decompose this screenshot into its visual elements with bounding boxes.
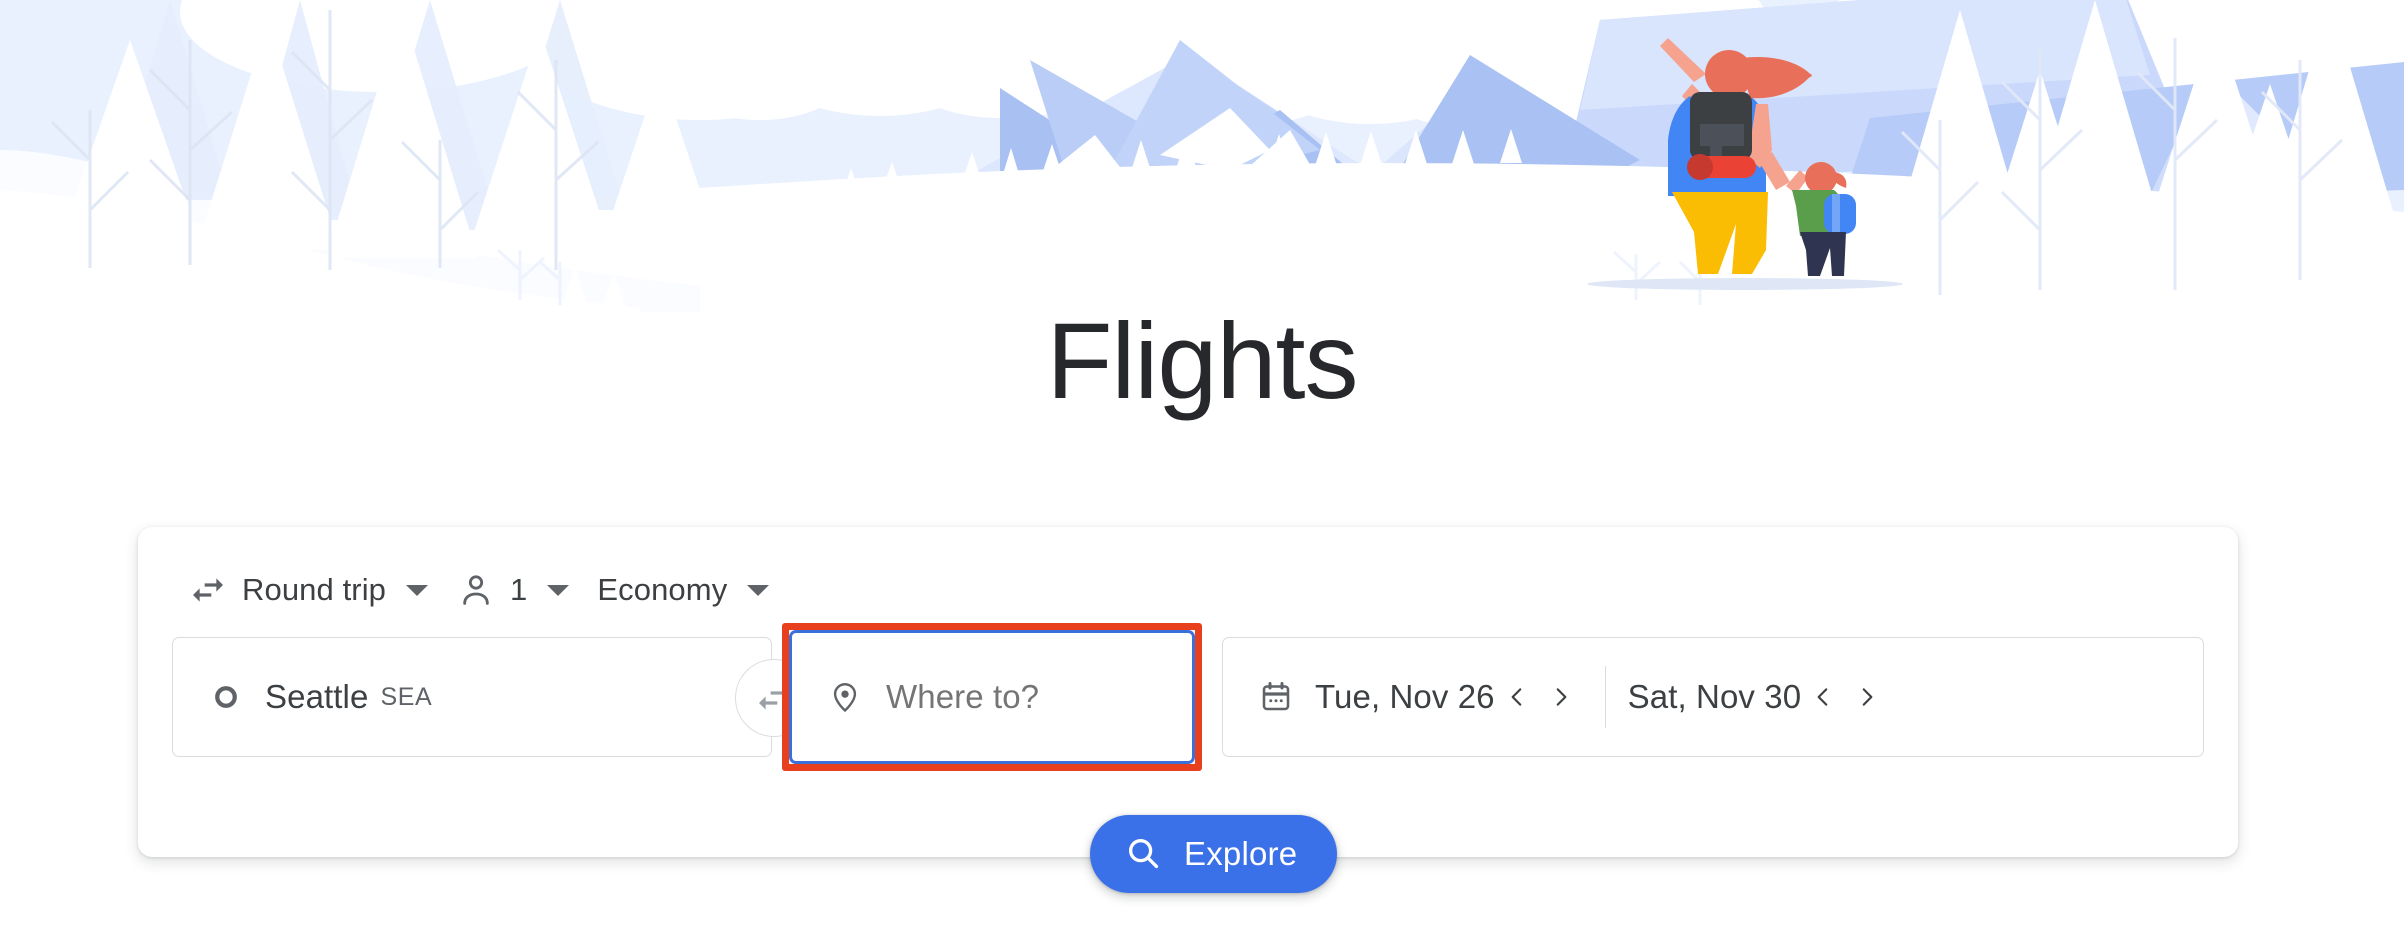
location-pin-icon (818, 680, 872, 714)
trip-type-selector[interactable]: Round trip (174, 560, 442, 620)
cabin-class-label: Economy (597, 572, 728, 607)
circle-outline-icon (199, 682, 253, 712)
return-prev-day-button[interactable] (1801, 667, 1845, 727)
search-options-row: Round trip 1 Economy (174, 557, 783, 623)
explore-button-label: Explore (1184, 835, 1298, 872)
destination-input[interactable] (884, 677, 1128, 717)
person-icon (456, 570, 496, 610)
explore-button[interactable]: Explore (1090, 815, 1338, 893)
origin-airport-code: SEA (380, 682, 433, 711)
departure-date-segment: Tue, Nov 26 (1315, 638, 1583, 756)
hero-illustration (0, 0, 2404, 312)
return-date-label[interactable]: Sat, Nov 30 (1628, 678, 1802, 716)
passengers-count-label: 1 (510, 572, 528, 607)
destination-field-wrapper (782, 623, 1202, 771)
origin-city-name: Seattle (265, 678, 369, 715)
departure-prev-day-button[interactable] (1495, 667, 1539, 727)
calendar-icon (1249, 679, 1303, 715)
return-date-segment: Sat, Nov 30 (1628, 638, 1890, 756)
dates-field[interactable]: Tue, Nov 26 Sat, Nov 30 (1222, 637, 2204, 757)
flights-page: Flights Round trip 1 Economy Seattle SEA… (0, 0, 2404, 928)
dates-divider (1604, 666, 1606, 728)
chevron-down-icon (547, 584, 570, 596)
chevron-down-icon (747, 584, 770, 596)
search-fields-row: Seattle SEA Where to? Tue, Nov 26 Sat, N… (172, 623, 2204, 771)
departure-date-label[interactable]: Tue, Nov 26 (1315, 678, 1495, 716)
passengers-selector[interactable]: 1 (442, 560, 583, 620)
cabin-class-selector[interactable]: Economy (583, 560, 783, 620)
chevron-down-icon (406, 584, 429, 596)
search-icon (1124, 834, 1162, 875)
swap-horizontal-icon (188, 570, 228, 610)
trip-type-label: Round trip (242, 572, 387, 607)
destination-field[interactable] (789, 630, 1195, 764)
return-next-day-button[interactable] (1845, 667, 1889, 727)
flight-search-card: Round trip 1 Economy Seattle SEA Where t… (138, 527, 2238, 857)
departure-next-day-button[interactable] (1539, 667, 1583, 727)
page-title: Flights (1046, 300, 1358, 421)
origin-field[interactable]: Seattle SEA (172, 637, 772, 757)
